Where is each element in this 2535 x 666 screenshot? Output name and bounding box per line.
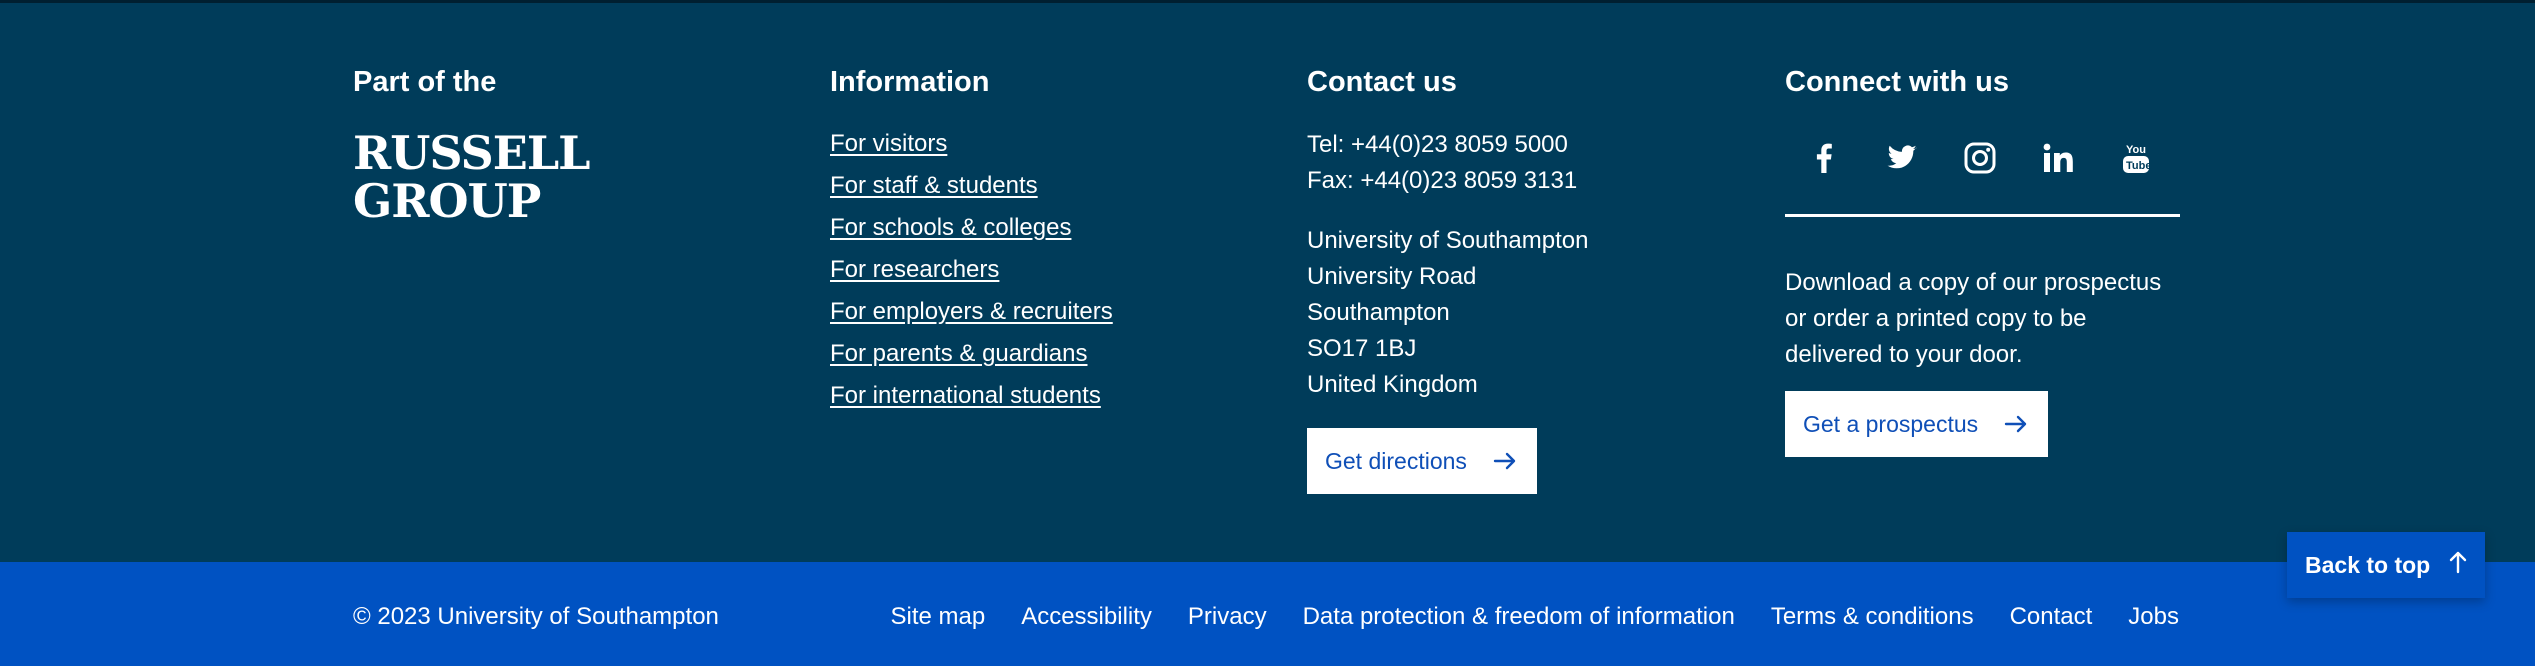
link-data-protection[interactable]: Data protection & freedom of information bbox=[1303, 603, 1735, 630]
arrow-right-icon bbox=[2004, 409, 2028, 440]
link-accessibility[interactable]: Accessibility bbox=[1021, 603, 1152, 630]
divider bbox=[1785, 214, 2180, 217]
back-to-top-button[interactable]: Back to top bbox=[2287, 532, 2485, 598]
list-item: For international students bbox=[830, 379, 1250, 421]
partner-column: Part of the RUSSELL GROUP bbox=[353, 61, 773, 225]
youtube-icon[interactable]: You Tube bbox=[2097, 131, 2175, 185]
link-for-parents-guardians[interactable]: For parents & guardians bbox=[830, 340, 1087, 367]
list-item: Privacy bbox=[1188, 600, 1267, 634]
link-terms-conditions[interactable]: Terms & conditions bbox=[1771, 603, 1974, 630]
linkedin-icon[interactable] bbox=[2019, 131, 2097, 185]
address-line: University of Southampton bbox=[1307, 227, 1589, 254]
connect-heading: Connect with us bbox=[1785, 66, 2009, 98]
list-item: Terms & conditions bbox=[1771, 600, 1974, 634]
get-prospectus-label: Get a prospectus bbox=[1803, 410, 1979, 437]
link-privacy[interactable]: Privacy bbox=[1188, 603, 1267, 630]
arrow-up-icon bbox=[2449, 550, 2467, 581]
link-for-staff-students[interactable]: For staff & students bbox=[830, 172, 1038, 199]
address-line: United Kingdom bbox=[1307, 371, 1478, 398]
telephone-number: Tel: +44(0)23 8059 5000 bbox=[1307, 131, 1568, 158]
fax-number: Fax: +44(0)23 8059 3131 bbox=[1307, 167, 1578, 194]
list-item: For staff & students bbox=[830, 169, 1250, 211]
list-item: Data protection & freedom of information bbox=[1303, 600, 1735, 634]
link-contact[interactable]: Contact bbox=[2010, 603, 2093, 630]
link-for-employers-recruiters[interactable]: For employers & recruiters bbox=[830, 298, 1113, 325]
svg-text:You: You bbox=[2126, 144, 2146, 156]
list-item: Contact bbox=[2010, 600, 2093, 634]
link-for-visitors[interactable]: For visitors bbox=[830, 130, 947, 157]
link-site-map[interactable]: Site map bbox=[890, 603, 985, 630]
svg-text:Tube: Tube bbox=[2126, 160, 2150, 172]
list-item: Jobs bbox=[2128, 600, 2179, 634]
link-jobs[interactable]: Jobs bbox=[2128, 603, 2179, 630]
information-links: For visitors For staff & students For sc… bbox=[830, 127, 1250, 421]
list-item: Accessibility bbox=[1021, 600, 1152, 634]
back-to-top-label: Back to top bbox=[2305, 551, 2431, 578]
information-column: Information For visitors For staff & stu… bbox=[830, 61, 1250, 421]
link-for-schools-colleges[interactable]: For schools & colleges bbox=[830, 214, 1071, 241]
site-footer: Part of the RUSSELL GROUP Information Fo… bbox=[0, 0, 2535, 562]
social-links: You Tube bbox=[1785, 131, 2180, 185]
footer-bottom-bar: © 2023 University of Southampton Site ma… bbox=[0, 562, 2535, 666]
get-directions-button[interactable]: Get directions bbox=[1307, 428, 1537, 494]
phone-details: Tel: +44(0)23 8059 5000 Fax: +44(0)23 80… bbox=[1307, 127, 1727, 199]
contact-heading: Contact us bbox=[1307, 66, 1457, 98]
address-line: University Road bbox=[1307, 263, 1477, 290]
list-item: For visitors bbox=[830, 127, 1250, 169]
copyright-text: © 2023 University of Southampton bbox=[353, 603, 719, 630]
get-directions-label: Get directions bbox=[1325, 447, 1467, 474]
logo-line-1: RUSSELL bbox=[353, 126, 591, 180]
postal-address: University of Southampton University Roa… bbox=[1307, 223, 1727, 403]
facebook-icon[interactable] bbox=[1785, 131, 1863, 185]
contact-column: Contact us Tel: +44(0)23 8059 5000 Fax: … bbox=[1307, 61, 1727, 494]
prospectus-description: Download a copy of our prospectus or ord… bbox=[1785, 269, 2162, 368]
get-prospectus-button[interactable]: Get a prospectus bbox=[1785, 391, 2049, 457]
partner-heading: Part of the bbox=[353, 66, 497, 98]
list-item: For schools & colleges bbox=[830, 211, 1250, 253]
list-item: For employers & recruiters bbox=[830, 295, 1250, 337]
twitter-icon[interactable] bbox=[1863, 131, 1941, 185]
russell-group-logo[interactable]: RUSSELL GROUP bbox=[353, 129, 773, 225]
connect-column: Connect with us You Tube Download a copy … bbox=[1785, 61, 2180, 457]
instagram-icon[interactable] bbox=[1941, 131, 2019, 185]
address-line: Southampton bbox=[1307, 299, 1450, 326]
logo-line-2: GROUP bbox=[353, 174, 541, 228]
legal-links: Site map Accessibility Privacy Data prot… bbox=[890, 600, 2179, 634]
link-for-researchers[interactable]: For researchers bbox=[830, 256, 999, 283]
information-heading: Information bbox=[830, 66, 990, 98]
list-item: For researchers bbox=[830, 253, 1250, 295]
list-item: For parents & guardians bbox=[830, 337, 1250, 379]
link-for-international-students[interactable]: For international students bbox=[830, 382, 1101, 409]
list-item: Site map bbox=[890, 600, 985, 634]
address-line: SO17 1BJ bbox=[1307, 335, 1417, 362]
arrow-right-icon bbox=[1493, 446, 1517, 477]
